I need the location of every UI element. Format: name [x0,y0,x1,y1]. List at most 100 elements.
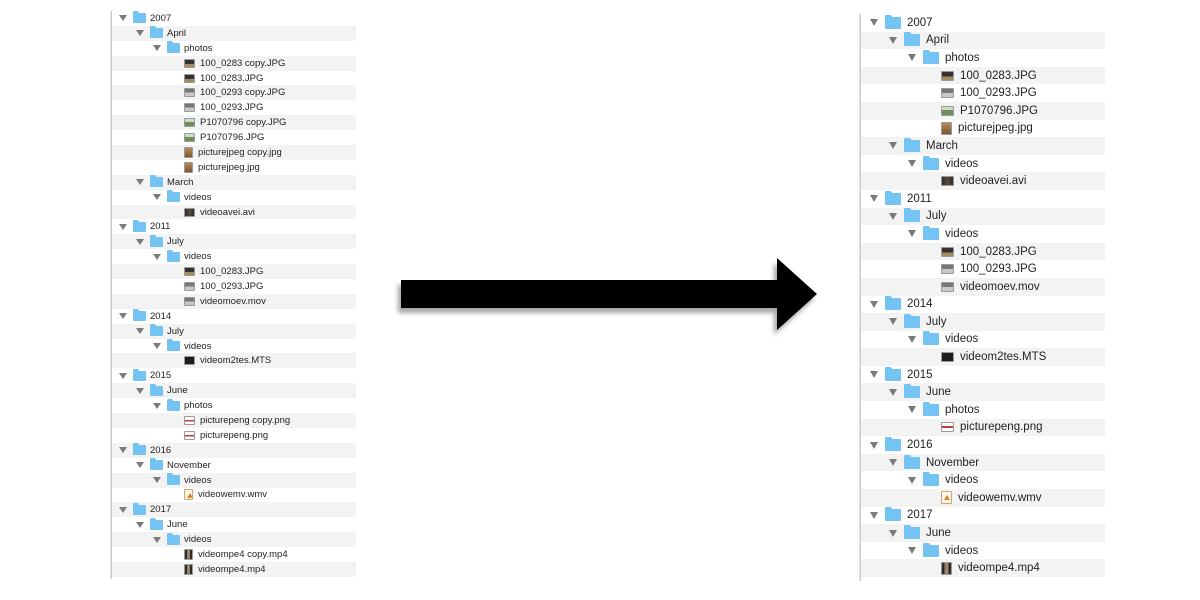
file-row[interactable]: videompe4.mp4 [861,559,1105,577]
folder-row[interactable]: 2017 [861,507,1105,525]
disclosure-triangle-icon[interactable] [908,335,916,343]
file-row[interactable]: 100_0293 copy.JPG [112,85,356,101]
disclosure-triangle-icon[interactable] [908,160,916,168]
disclosure-triangle-icon[interactable] [908,476,916,484]
disclosure-triangle-icon[interactable] [119,506,127,513]
file-row[interactable]: videomoev.mov [861,277,1105,296]
disclosure-triangle-icon[interactable] [119,15,127,22]
folder-row[interactable]: videos [861,331,1105,349]
file-row[interactable]: 100_0283.JPG [112,71,356,86]
disclosure-triangle-icon[interactable] [119,313,127,320]
file-row[interactable]: 100_0293.JPG [112,100,356,115]
file-row[interactable]: P1070796.JPG [112,130,356,145]
disclosure-triangle-icon[interactable] [889,459,897,467]
file-row[interactable]: picturepeng.png [861,418,1105,437]
disclosure-triangle-icon[interactable] [136,387,144,394]
file-row[interactable]: 100_0293.JPG [112,279,356,294]
disclosure-triangle-icon[interactable] [136,238,144,245]
folder-row[interactable]: 2017 [112,502,356,518]
disclosure-triangle-icon[interactable] [153,536,161,543]
folder-row[interactable]: 2014 [861,296,1105,314]
folder-row[interactable]: photos [861,49,1105,67]
disclosure-triangle-icon[interactable] [870,371,878,379]
disclosure-triangle-icon[interactable] [870,300,878,308]
disclosure-triangle-icon[interactable] [889,388,897,396]
file-row[interactable]: P1070796 copy.JPG [112,115,356,131]
folder-row[interactable]: June [861,524,1105,542]
folder-row[interactable]: June [112,517,356,532]
file-row[interactable]: videoavei.avi [112,204,356,220]
folder-row[interactable]: photos [112,41,356,56]
file-row[interactable]: videoavei.avi [861,172,1105,190]
file-row[interactable]: videompe4 copy.mp4 [112,547,356,562]
folder-row[interactable]: 2011 [861,190,1105,208]
file-row[interactable]: 100_0293.JPG [861,84,1105,102]
disclosure-triangle-icon[interactable] [870,195,878,203]
disclosure-triangle-icon[interactable] [136,521,144,528]
disclosure-triangle-icon[interactable] [136,462,144,469]
folder-row[interactable]: photos [112,398,356,413]
folder-row[interactable]: July [112,234,356,250]
folder-row[interactable]: videos [112,339,356,354]
disclosure-triangle-icon[interactable] [889,36,897,44]
file-row[interactable]: videomoev.mov [112,293,356,309]
folder-row[interactable]: March [112,174,356,190]
file-row[interactable]: P1070796.JPG [861,101,1105,120]
disclosure-triangle-icon[interactable] [136,328,144,335]
disclosure-triangle-icon[interactable] [908,230,916,238]
disclosure-triangle-icon[interactable] [908,547,916,555]
folder-row[interactable]: April [861,31,1105,50]
file-row[interactable]: 100_0283 copy.JPG [112,55,356,71]
folder-row[interactable]: videos [861,542,1105,560]
disclosure-triangle-icon[interactable] [153,194,161,201]
folder-row[interactable]: videos [112,532,356,548]
disclosure-triangle-icon[interactable] [889,529,897,537]
disclosure-triangle-icon[interactable] [870,441,878,449]
disclosure-triangle-icon[interactable] [153,343,161,350]
file-row[interactable]: 100_0283.JPG [861,242,1105,261]
disclosure-triangle-icon[interactable] [870,511,878,519]
disclosure-triangle-icon[interactable] [908,406,916,414]
disclosure-triangle-icon[interactable] [119,447,127,454]
folder-row[interactable]: 2011 [112,219,356,234]
folder-row[interactable]: videos [861,225,1105,243]
folder-row[interactable]: 2016 [112,442,356,458]
file-row[interactable]: 100_0283.JPG [861,66,1105,85]
disclosure-triangle-icon[interactable] [136,179,144,186]
folder-row[interactable]: 2015 [112,368,356,383]
folder-row[interactable]: March [861,137,1105,155]
file-row[interactable]: picturejpeg copy.jpg [112,145,356,160]
file-row[interactable]: videompe4.mp4 [112,561,356,577]
disclosure-triangle-icon[interactable] [908,54,916,62]
file-row[interactable]: picturepeng copy.png [112,413,356,428]
disclosure-triangle-icon[interactable] [136,30,144,37]
folder-row[interactable]: July [861,313,1105,331]
folder-row[interactable]: videos [112,472,356,488]
folder-row[interactable]: November [112,458,356,473]
folder-row[interactable]: April [112,25,356,41]
folder-row[interactable]: videos [861,471,1105,489]
folder-row[interactable]: photos [861,401,1105,419]
folder-row[interactable]: November [861,453,1105,472]
disclosure-triangle-icon[interactable] [870,19,878,27]
disclosure-triangle-icon[interactable] [153,402,161,409]
folder-row[interactable]: July [861,207,1105,226]
file-row[interactable]: videowemv.wmv [112,488,356,503]
file-row[interactable]: picturejpeg.jpg [861,120,1105,138]
file-row[interactable]: picturejpeg.jpg [112,160,356,175]
disclosure-triangle-icon[interactable] [889,142,897,150]
folder-row[interactable]: 2016 [861,436,1105,454]
disclosure-triangle-icon[interactable] [119,223,127,230]
disclosure-triangle-icon[interactable] [153,477,161,484]
disclosure-triangle-icon[interactable] [889,318,897,326]
disclosure-triangle-icon[interactable] [153,253,161,260]
folder-row[interactable]: 2007 [112,11,356,26]
folder-row[interactable]: videos [861,155,1105,173]
folder-row[interactable]: videos [112,249,356,264]
folder-row[interactable]: June [112,383,356,399]
folder-row[interactable]: 2015 [861,366,1105,384]
file-row[interactable]: videowemv.wmv [861,489,1105,507]
file-row[interactable]: videom2tes.MTS [112,353,356,369]
folder-row[interactable]: 2014 [112,309,356,324]
file-row[interactable]: 100_0293.JPG [861,260,1105,278]
